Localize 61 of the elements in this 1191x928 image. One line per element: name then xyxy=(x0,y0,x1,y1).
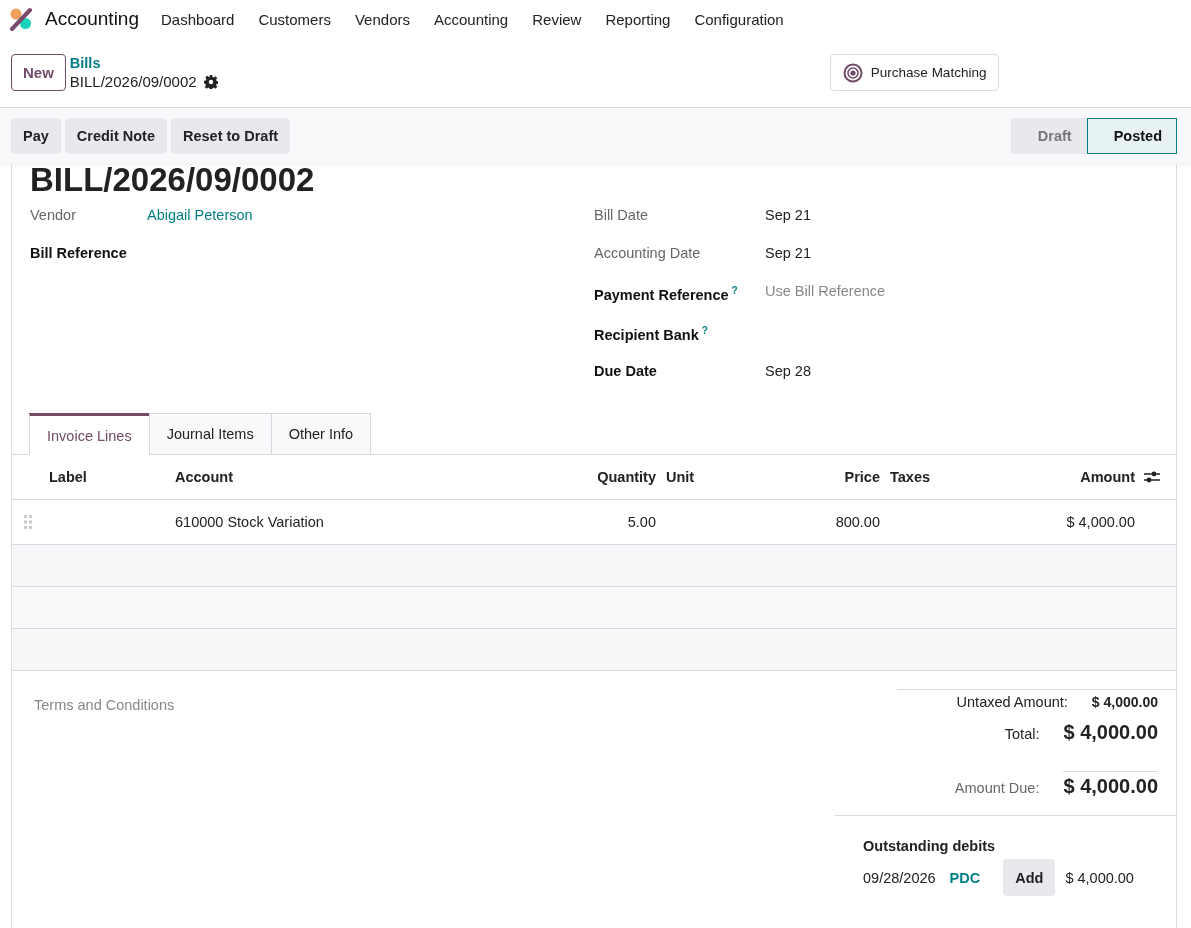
menu-item[interactable]: Reporting xyxy=(605,10,671,28)
app-logo-icon[interactable] xyxy=(9,7,33,31)
menu-item[interactable]: Accounting xyxy=(434,10,509,28)
column-settings-icon[interactable] xyxy=(1143,470,1161,484)
status-step[interactable]: Draft xyxy=(1010,117,1087,154)
new-button[interactable]: New xyxy=(11,54,66,91)
total-label: Amount Due: xyxy=(954,780,1040,796)
field-value: Sep 21 xyxy=(765,206,811,225)
field-label: Recipient Bank $^{?}$ xyxy=(594,324,709,345)
action-button[interactable]: Pay xyxy=(11,117,61,154)
terms-field[interactable]: Terms and Conditions xyxy=(12,689,197,725)
menu-item[interactable]: Customers xyxy=(258,10,331,28)
purchase-matching-button[interactable]: Purchase Matching xyxy=(829,54,1000,91)
tab[interactable]: Journal Items xyxy=(148,413,272,454)
total-value: $ 4,000.00 xyxy=(1063,771,1158,798)
total-label: Total: xyxy=(1004,726,1040,742)
taxes-header[interactable]: Taxes xyxy=(885,469,990,485)
table-cell: 610000 Stock Variation xyxy=(175,514,324,530)
target-icon xyxy=(842,62,863,83)
add-button[interactable]: Add xyxy=(1003,859,1056,896)
menu-item[interactable]: Review xyxy=(532,10,582,28)
tab[interactable]: Invoice Lines xyxy=(29,413,150,455)
status-step[interactable]: Posted xyxy=(1086,117,1177,154)
input-field[interactable]: Use Bill Reference xyxy=(765,281,886,301)
total-value: $ 4,000.00 xyxy=(1063,721,1158,744)
field-value: Sep 28 xyxy=(765,362,811,381)
field-label: Bill Date xyxy=(594,206,649,225)
table-cell: 800.00 xyxy=(835,514,880,530)
label-header[interactable]: Label xyxy=(44,469,170,485)
table-cell: 5.00 xyxy=(627,514,656,530)
tab[interactable]: Other Info xyxy=(270,413,372,454)
action-button[interactable]: Reset to Draft xyxy=(170,117,291,154)
field-label: Payment Reference $^{?}$ xyxy=(594,284,739,305)
menu-item[interactable]: Dashboard xyxy=(161,10,235,28)
field-label: Vendor xyxy=(30,206,77,225)
account-header[interactable]: Account xyxy=(170,469,575,485)
unit-header[interactable]: Unit xyxy=(661,469,761,485)
drag-handle-icon[interactable] xyxy=(24,515,32,529)
total-value: $ 4,000.00 xyxy=(1091,694,1158,710)
quantity-header[interactable]: Quantity xyxy=(575,469,661,485)
gear-icon[interactable] xyxy=(203,74,218,89)
app-name[interactable]: Accounting xyxy=(45,8,139,30)
breadcrumb-link[interactable]: Bills xyxy=(69,55,830,71)
price-header[interactable]: Price xyxy=(761,469,885,485)
total-label: Untaxed Amount: xyxy=(956,694,1068,710)
menu-item[interactable]: Vendors xyxy=(354,10,410,28)
debit-amount: $ 4,000.00 xyxy=(1065,869,1134,886)
action-button[interactable]: Credit Note xyxy=(64,117,167,154)
field-value: Sep 21 xyxy=(765,244,811,263)
field-label: Due Date xyxy=(594,362,658,381)
record-name: BILL/2026/09/0002 xyxy=(69,73,197,90)
field-label: Bill Reference xyxy=(30,244,128,263)
outstanding-title: Outstanding debits xyxy=(863,838,997,854)
amount-header[interactable]: Amount xyxy=(990,469,1140,485)
debit-date: 09/28/2026 xyxy=(863,869,936,886)
record-title: BILL/2026/09/0002 xyxy=(29,165,316,197)
debit-reference-link[interactable]: PDC xyxy=(949,869,981,886)
table-cell: $ 4,000.00 xyxy=(1066,514,1135,530)
field-label: Accounting Date xyxy=(594,244,702,263)
vendor-link[interactable]: Abigail Peterson xyxy=(147,205,253,225)
menu-item[interactable]: Configuration xyxy=(694,10,784,28)
